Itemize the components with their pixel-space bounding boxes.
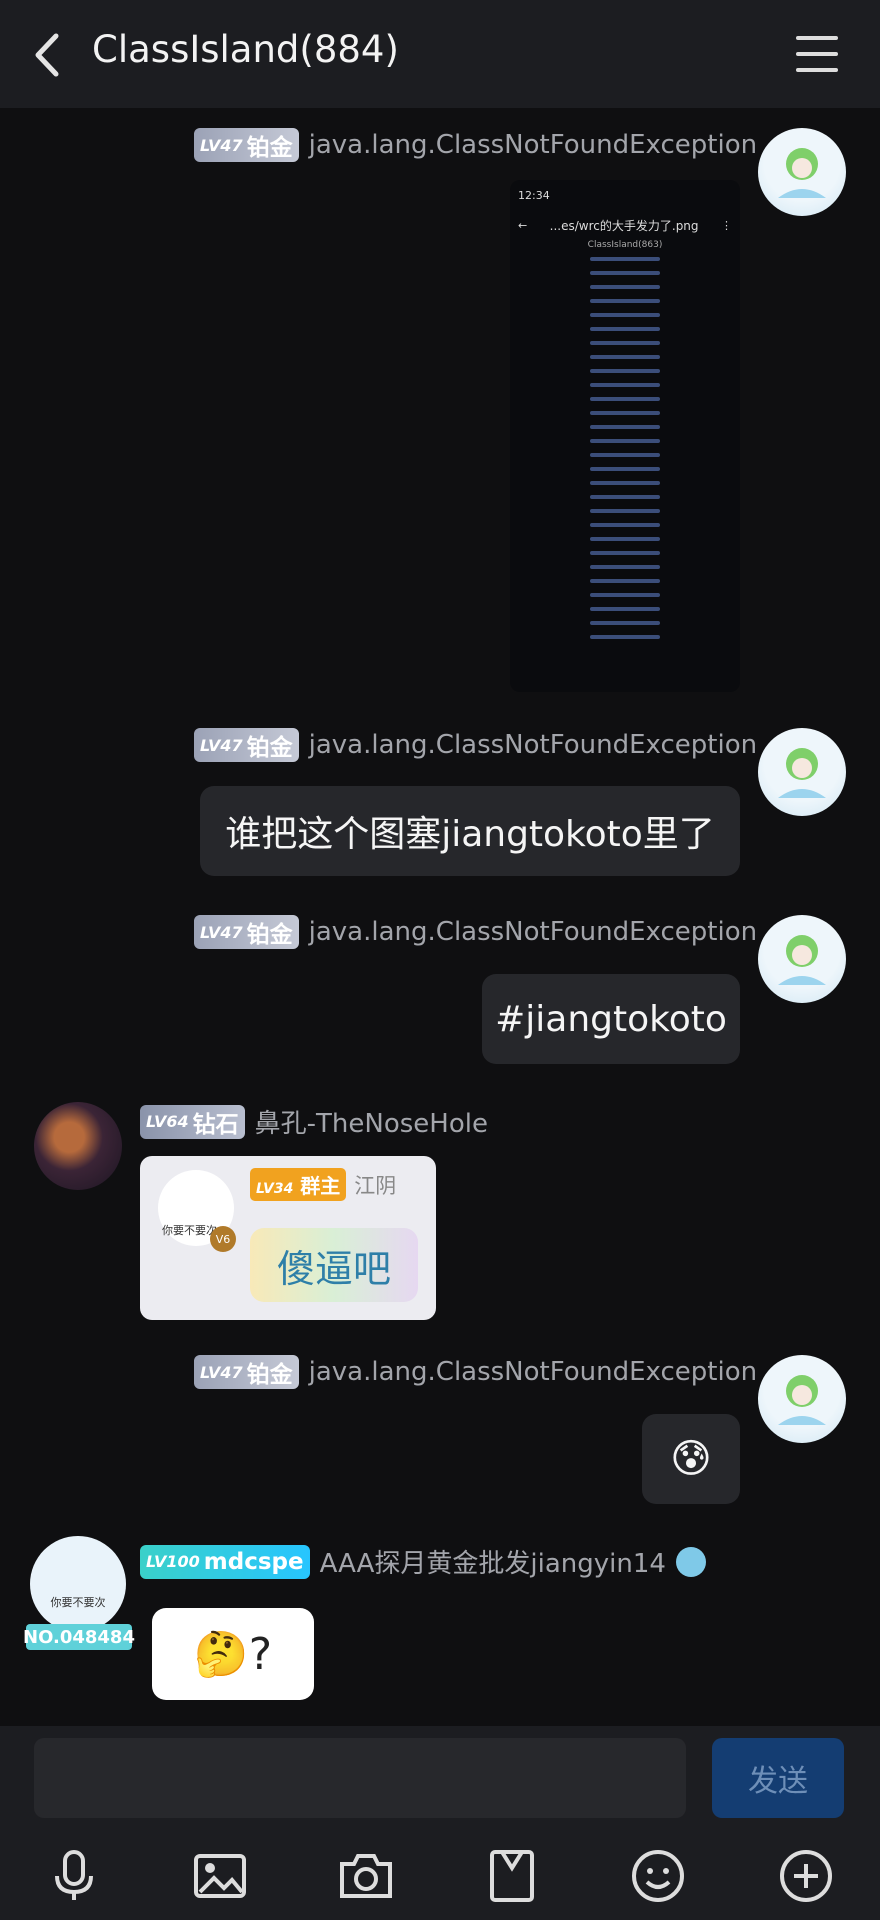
plus-icon[interactable] xyxy=(778,1848,834,1904)
level-badge: LV100 mdcspe xyxy=(140,1544,310,1579)
avatar[interactable] xyxy=(758,915,846,1003)
level-badge: LV47 铂金 xyxy=(194,915,299,949)
message-bubble[interactable]: #jiangtokoto xyxy=(482,974,740,1064)
sticker-caption: 你要不要次 xyxy=(162,1224,217,1237)
image-row xyxy=(510,267,740,278)
sender-line: LV47 铂金 java.lang.ClassNotFoundException xyxy=(194,1355,757,1389)
image-row xyxy=(510,631,740,642)
image-row xyxy=(510,617,740,628)
message-bubble[interactable]: 😰 xyxy=(642,1414,740,1504)
image-row xyxy=(510,421,740,432)
sticker-image[interactable]: 你要不要次 V6 LV34 群主 江阴 傻逼吧 xyxy=(140,1156,436,1320)
image-row xyxy=(510,379,740,390)
avatar[interactable] xyxy=(758,1355,846,1443)
sender-line: LV64 钻石 鼻孔-TheNoseHole xyxy=(140,1103,488,1140)
image-row xyxy=(510,337,740,348)
file-icon[interactable] xyxy=(484,1848,540,1904)
level-badge: LV64 钻石 xyxy=(140,1104,245,1139)
avatar[interactable]: 你要不要次 xyxy=(30,1536,126,1632)
image-row xyxy=(510,449,740,460)
image-row xyxy=(510,505,740,516)
image-row xyxy=(510,589,740,600)
camera-icon[interactable] xyxy=(338,1848,394,1904)
image-file-title: ...es/wrc的大手发力了.png xyxy=(549,218,699,233)
image-row xyxy=(510,603,740,614)
message-bubble[interactable]: 🤔? xyxy=(152,1608,314,1700)
image-row xyxy=(510,463,740,474)
sticker-name-line: LV34 群主 江阴 xyxy=(250,1168,396,1201)
image-time: 12:34 xyxy=(518,188,550,202)
image-row xyxy=(510,281,740,292)
shared-image[interactable]: 12:34 ← ...es/wrc的大手发力了.png ⋮ ClassIsland(… xyxy=(510,180,740,692)
image-icon[interactable] xyxy=(192,1848,248,1904)
image-row xyxy=(510,477,740,488)
level-badge: LV47 铂金 xyxy=(194,728,299,762)
image-back-icon: ← xyxy=(518,218,528,232)
image-row xyxy=(510,575,740,586)
avatar[interactable] xyxy=(758,728,846,816)
back-arrow-icon[interactable] xyxy=(26,30,70,80)
image-row xyxy=(510,365,740,376)
level-badge: LV47 铂金 xyxy=(194,1355,299,1389)
message-bubble[interactable]: 谁把这个图塞jiangtokoto里了 xyxy=(200,786,740,876)
image-row xyxy=(510,323,740,334)
sender-name: java.lang.ClassNotFoundException xyxy=(308,917,758,947)
emoji-icon[interactable] xyxy=(630,1848,686,1904)
image-row xyxy=(510,393,740,404)
message-input[interactable] xyxy=(34,1738,686,1818)
input-bar: 发送 xyxy=(0,1726,880,1830)
send-button[interactable]: 发送 xyxy=(712,1738,844,1818)
image-row xyxy=(510,407,740,418)
sender-line: LV47 铂金 java.lang.ClassNotFoundException xyxy=(194,728,757,762)
sender-name: 鼻孔-TheNoseHole xyxy=(254,1109,488,1139)
image-row xyxy=(510,547,740,558)
sender-name: java.lang.ClassNotFoundException xyxy=(308,730,758,760)
chat-title: ClassIsland(884) xyxy=(92,28,399,71)
image-row xyxy=(510,351,740,362)
image-share-icon: ⋮ xyxy=(720,218,732,232)
mic-icon[interactable] xyxy=(46,1848,102,1904)
avatar-caption: 你要不要次 xyxy=(50,1596,106,1609)
top-bar: ClassIsland(884) xyxy=(0,0,880,108)
image-row xyxy=(510,309,740,320)
menu-icon[interactable] xyxy=(796,36,838,72)
bottom-toolbar xyxy=(0,1830,880,1920)
image-row xyxy=(510,533,740,544)
avatar[interactable] xyxy=(758,128,846,216)
sticker-text: 傻逼吧 xyxy=(250,1228,418,1302)
avatar[interactable] xyxy=(34,1102,122,1190)
sender-name: java.lang.ClassNotFoundException xyxy=(308,1357,758,1387)
sender-line: LV100 mdcspe AAA探月黄金批发jiangyin14 xyxy=(140,1543,706,1580)
image-row xyxy=(510,519,740,530)
fish-icon xyxy=(675,1546,706,1577)
sender-name: AAA探月黄金批发jiangyin14 xyxy=(319,1549,666,1579)
sender-line: LV47 铂金 java.lang.ClassNotFoundException xyxy=(194,915,757,949)
image-row xyxy=(510,561,740,572)
sender-name: java.lang.ClassNotFoundException xyxy=(308,130,758,160)
avatar-badge: NO.048484 xyxy=(23,1624,135,1650)
image-chat-title: ClassIsland(863) xyxy=(587,240,663,250)
image-row xyxy=(510,491,740,502)
image-row xyxy=(510,253,740,264)
sticker-name: 江阴 xyxy=(354,1173,397,1198)
level-badge: LV47 铂金 xyxy=(194,128,299,162)
sticker-badge: V6 xyxy=(210,1226,236,1252)
image-row xyxy=(510,435,740,446)
sender-line: LV47 铂金 java.lang.ClassNotFoundException xyxy=(194,128,757,162)
image-row xyxy=(510,295,740,306)
sticker-level-badge: LV34 群主 xyxy=(250,1168,347,1201)
